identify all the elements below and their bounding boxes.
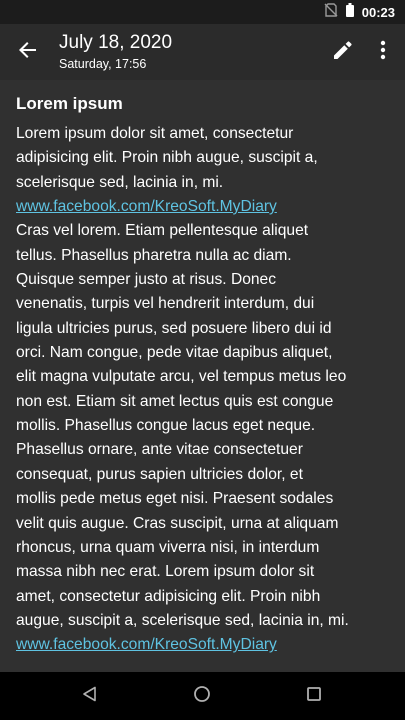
note-text-line: velit quis augue. Cras suscipit, urna at… [16, 514, 339, 532]
nav-home-icon [193, 685, 211, 708]
note-text-line: consequat, purus sapien ultricies dolor,… [16, 465, 303, 483]
back-arrow-icon [18, 40, 38, 65]
note-link[interactable]: www.facebook.com/KreoSoft.MyDiary [16, 195, 400, 219]
note-text-line: scelerisque sed, lacinia in, mi. [16, 173, 224, 191]
app-bar: July 18, 2020 Saturday, 17:56 [0, 24, 405, 80]
note-text-line: mollis pede metus eget nisi. Praesent so… [16, 490, 334, 508]
note-link[interactable]: www.facebook.com/KreoSoft.MyDiary [16, 633, 400, 657]
note-text-line: ligula ultricies purus, sed posuere libe… [16, 319, 332, 337]
note-text-line: adipisicing elit. Proin nibh augue, susc… [16, 149, 318, 167]
nav-recents-icon [306, 686, 322, 707]
note-text-line: non est. Etiam sit amet lectus quis est … [16, 392, 334, 410]
no-sim-icon [324, 2, 338, 22]
edit-pencil-icon [333, 40, 353, 65]
note-text-line: massa nibh nec erat. Lorem ipsum dolor s… [16, 563, 315, 581]
note-title: Lorem ipsum [16, 94, 123, 113]
nav-recents-button[interactable] [302, 684, 326, 708]
more-options-button[interactable] [369, 38, 397, 66]
note-text-line: Lorem ipsum dolor sit amet, consectetur [16, 125, 294, 142]
note-text-line: augue, suscipit a, scelerisque sed, laci… [16, 611, 349, 629]
note-text-line: elit magna vulputate arcu, vel tempus me… [16, 368, 347, 386]
note-text-line: tellus. Phasellus pharetra nulla ac diam… [16, 246, 292, 264]
nav-back-button[interactable] [78, 684, 102, 708]
battery-icon [345, 2, 354, 22]
note-body: Lorem ipsum dolor sit amet, consectetur a… [16, 122, 400, 658]
nav-back-icon [82, 686, 98, 707]
more-vert-icon [380, 40, 386, 65]
system-nav-bar [0, 672, 405, 720]
status-time: 00:23 [361, 4, 395, 20]
diary-entry-screen: 00:23 July 18, 2020 Saturday, 17:56 Lore… [0, 0, 405, 720]
note-text-line: amet, consectetur adipisicing elit. Proi… [16, 587, 321, 605]
note-text-line: Quisque semper justo at risus. Donec [16, 271, 277, 289]
edit-button[interactable] [329, 38, 357, 66]
back-button[interactable] [14, 38, 42, 66]
entry-day-time: Saturday, 17:56 [59, 57, 147, 71]
nav-home-button[interactable] [190, 684, 214, 708]
note-text-line: venenatis, turpis vel hendrerit interdum… [16, 295, 315, 313]
status-icons: 00:23 [324, 0, 395, 24]
note-text-line: Phasellus ornare, ante vitae consectetue… [16, 441, 303, 459]
note-content[interactable]: Lorem ipsum Lorem ipsum dolor sit amet, … [0, 80, 405, 672]
status-bar: 00:23 [0, 0, 405, 24]
entry-title-block: July 18, 2020 Saturday, 17:56 [59, 31, 172, 72]
entry-date: July 18, 2020 [59, 32, 173, 53]
note-text-line: orci. Nam congue, pede vitae dapibus ali… [16, 344, 333, 362]
note-text-line: Cras vel lorem. Etiam pellentesque aliqu… [16, 222, 309, 240]
note-text-line: rhoncus, urna quam viverra nisi, in inte… [16, 538, 320, 556]
note-text-line: mollis. Phasellus congue lacus eget nequ… [16, 417, 316, 435]
